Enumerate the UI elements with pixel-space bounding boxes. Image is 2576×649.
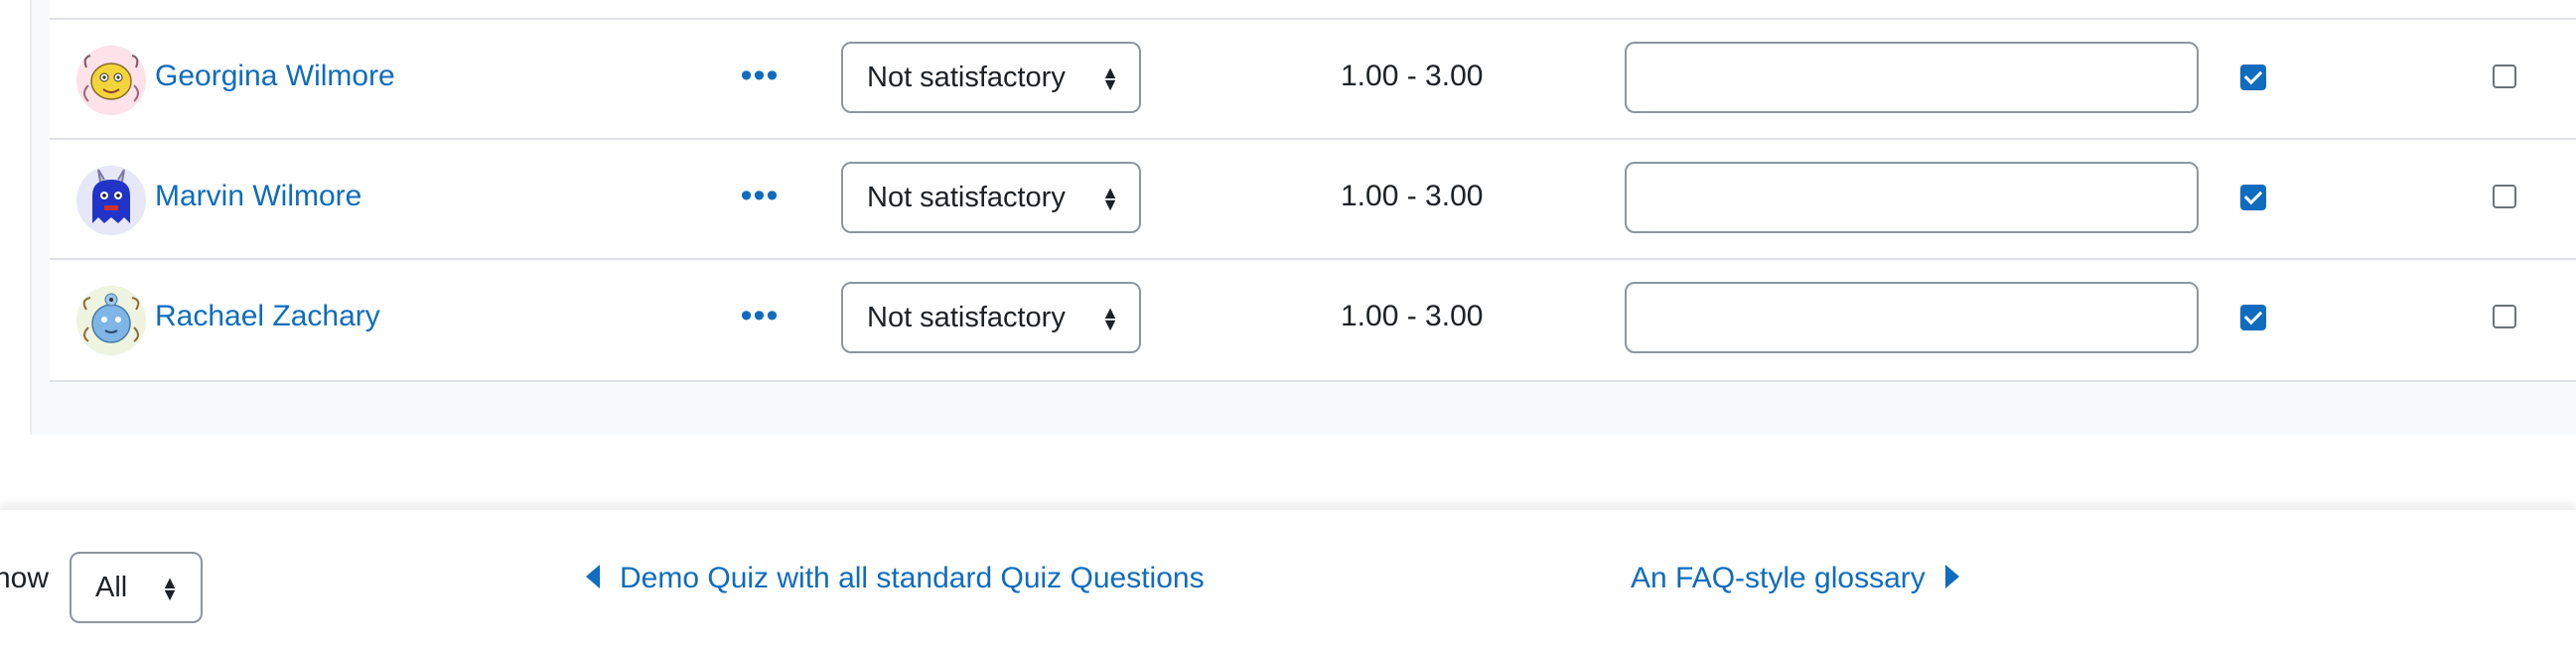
table-row: Marvin Wilmore ••• Not satisfactory ▲ ▼ 1…	[50, 138, 2576, 260]
checkbox-checked[interactable]	[2240, 305, 2266, 330]
table-row: Rachael Zachary ••• Not satisfactory ▲ ▼ …	[50, 258, 2576, 382]
grade-select[interactable]: Not satisfactory ▲ ▼	[841, 162, 1141, 233]
checkbox-unchecked[interactable]	[2493, 305, 2516, 328]
checkbox-checked[interactable]	[2240, 185, 2266, 210]
caret-right-icon	[1944, 565, 1959, 589]
previous-activity-label: Demo Quiz with all standard Quiz Questio…	[620, 562, 1205, 594]
ellipsis-icon[interactable]: •••	[735, 296, 785, 335]
avatar	[76, 166, 146, 235]
next-activity-link[interactable]: An FAQ-style glossary	[1631, 562, 1959, 595]
ellipsis-icon[interactable]: •••	[735, 56, 785, 95]
checkbox-unchecked[interactable]	[2493, 185, 2516, 208]
user-name-link[interactable]: Rachael Zachary	[155, 300, 380, 333]
grade-range: 1.00 - 3.00	[1341, 60, 1484, 92]
grade-range: 1.00 - 3.00	[1341, 300, 1484, 332]
select-arrows-icon: ▲ ▼	[1101, 63, 1119, 95]
grading-table: Georgina Wilmore ••• Not satisfactory ▲ ▼…	[50, 0, 2576, 383]
show-select[interactable]: All ▲ ▼	[70, 552, 203, 623]
activity-navigation-footer: how All ▲ ▼ Demo Quiz with all standard Q…	[0, 510, 2576, 649]
grade-select[interactable]: Not satisfactory ▲ ▼	[841, 282, 1141, 353]
grade-select-value: Not satisfactory	[867, 182, 1066, 213]
feedback-input[interactable]	[1625, 162, 2199, 233]
avatar	[76, 286, 146, 355]
show-select-value: All	[95, 572, 128, 603]
avatar	[76, 46, 146, 115]
previous-activity-link[interactable]: Demo Quiz with all standard Quiz Questio…	[586, 562, 1205, 595]
grade-select[interactable]: Not satisfactory ▲ ▼	[841, 42, 1141, 113]
checkbox-checked[interactable]	[2240, 65, 2266, 90]
select-arrows-icon: ▲ ▼	[1101, 303, 1119, 335]
ellipsis-icon[interactable]: •••	[735, 176, 785, 215]
panel-border	[30, 0, 32, 435]
next-activity-label: An FAQ-style glossary	[1631, 562, 1926, 594]
select-arrows-icon: ▲ ▼	[1101, 183, 1119, 215]
feedback-input[interactable]	[1625, 42, 2199, 113]
user-name-link[interactable]: Marvin Wilmore	[155, 180, 361, 213]
grade-select-value: Not satisfactory	[867, 62, 1066, 93]
grade-range: 1.00 - 3.00	[1341, 180, 1484, 212]
grade-select-value: Not satisfactory	[867, 302, 1066, 333]
table-row: Georgina Wilmore ••• Not satisfactory ▲ ▼…	[50, 18, 2576, 140]
show-label: how	[0, 562, 50, 594]
checkbox-unchecked[interactable]	[2493, 65, 2516, 88]
feedback-input[interactable]	[1625, 282, 2199, 353]
caret-left-icon	[586, 565, 600, 589]
user-name-link[interactable]: Georgina Wilmore	[155, 60, 395, 93]
select-arrows-icon: ▲ ▼	[161, 573, 179, 605]
